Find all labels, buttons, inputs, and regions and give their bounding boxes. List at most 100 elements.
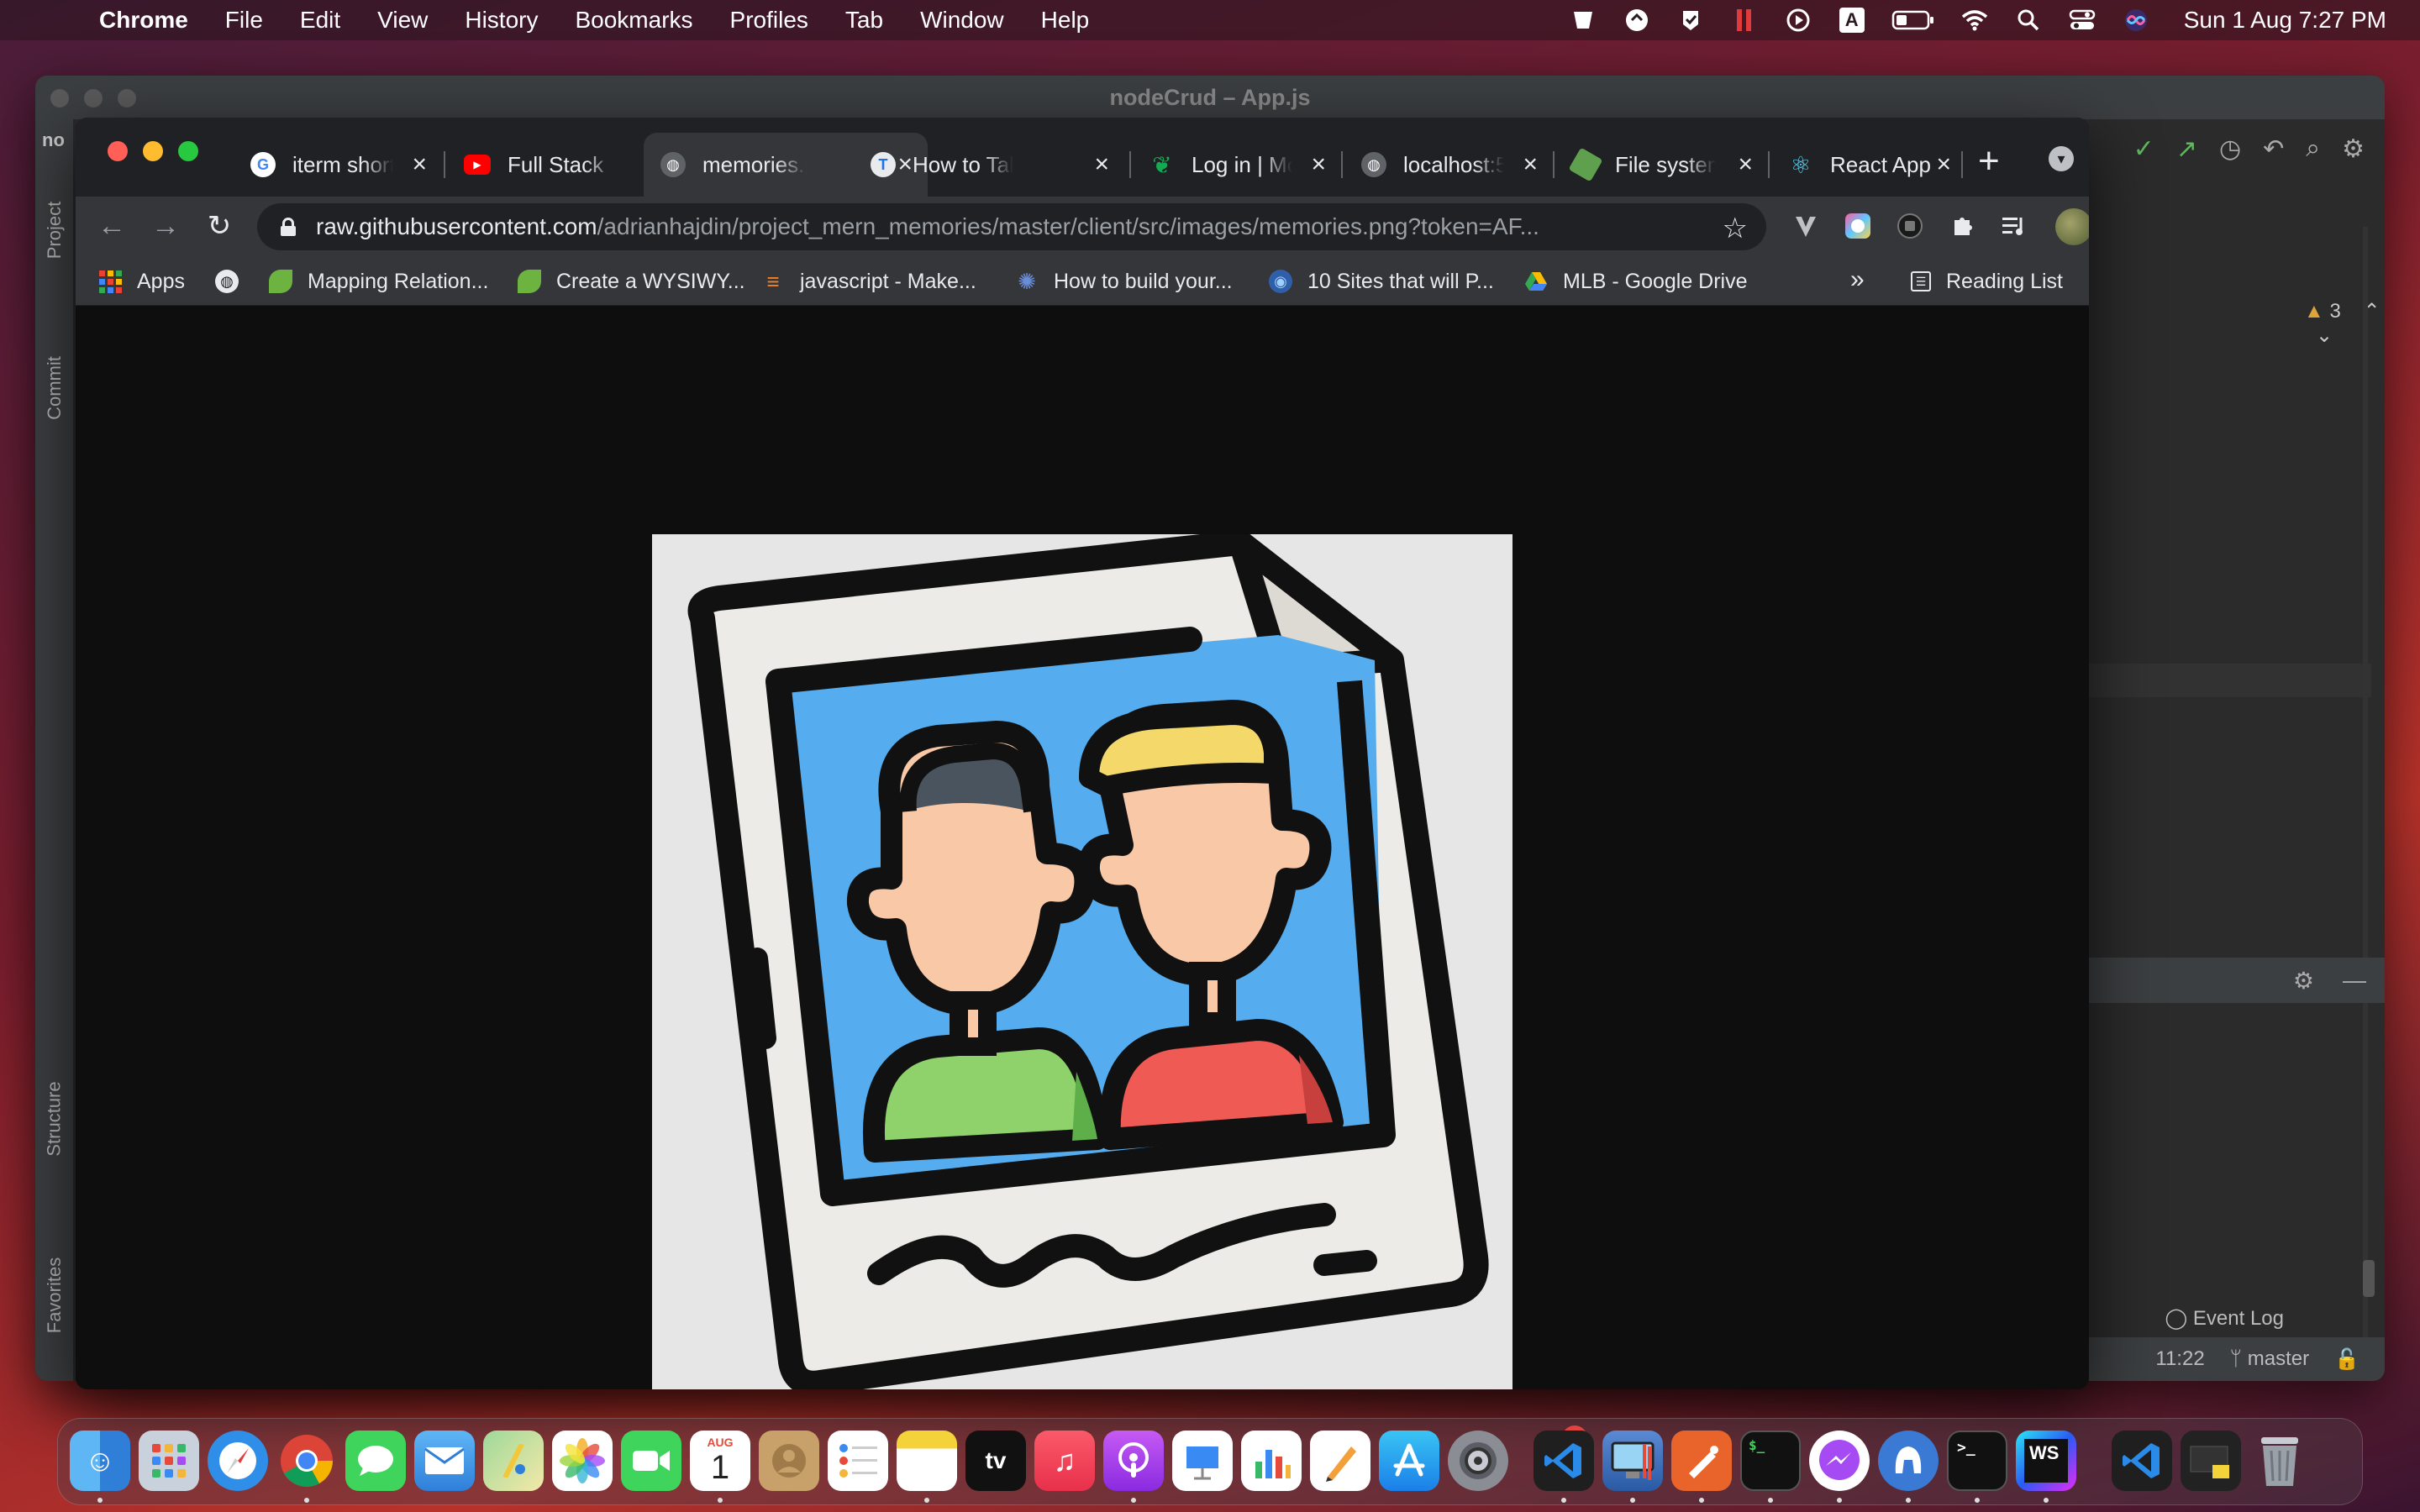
close-tab-icon[interactable]: × — [1094, 151, 1109, 178]
close-tab-icon[interactable]: × — [412, 151, 427, 178]
battery-icon[interactable] — [1891, 8, 1935, 33]
menu-help[interactable]: Help — [1041, 7, 1090, 34]
launchpad-icon[interactable] — [139, 1431, 199, 1491]
safari-icon[interactable] — [208, 1431, 268, 1491]
bookmark-javascript-make[interactable]: ≡ javascript - Make... — [761, 267, 976, 296]
close-tab-icon[interactable]: × — [1523, 151, 1538, 178]
calendar-icon[interactable]: AUG 1 — [690, 1431, 750, 1491]
pages-icon[interactable] — [1310, 1431, 1370, 1491]
settings-icon[interactable]: ⚙ — [2342, 134, 2365, 164]
panel-gear-icon[interactable]: ⚙ — [2293, 967, 2314, 995]
chevron-down-icon[interactable]: ⌄ — [2316, 324, 2333, 347]
messenger-icon[interactable] — [1809, 1431, 1870, 1491]
reload-button[interactable]: ↻ — [202, 208, 237, 244]
close-tab-icon[interactable]: × — [1311, 151, 1326, 178]
ide-zoom-button[interactable] — [118, 89, 136, 108]
menu-bookmarks[interactable]: Bookmarks — [575, 7, 692, 34]
numbers-icon[interactable] — [1241, 1431, 1302, 1491]
panel-minimize-icon[interactable]: — — [2343, 967, 2366, 994]
maps-icon[interactable] — [483, 1431, 544, 1491]
menubar-clock[interactable]: Sun 1 Aug 7:27 PM — [2184, 7, 2386, 34]
tab-search-icon[interactable]: ▾ — [2049, 146, 2074, 171]
vscode-2-icon[interactable] — [2112, 1431, 2172, 1491]
mail-icon[interactable] — [414, 1431, 475, 1491]
color-picker-extension-icon[interactable] — [1842, 210, 1874, 242]
rollback-icon[interactable]: ↶ — [2263, 134, 2284, 164]
ide-minimize-button[interactable] — [84, 89, 103, 108]
menu-history[interactable]: History — [465, 7, 538, 34]
clockify-icon[interactable] — [1623, 8, 1651, 33]
iterm-icon[interactable]: >_ — [1947, 1431, 2007, 1491]
tab-file-system[interactable]: File system × — [1556, 133, 1768, 197]
terminal-icon[interactable]: $_ — [1740, 1431, 1801, 1491]
forward-button[interactable]: → — [148, 208, 183, 244]
apple-menu-icon[interactable] — [34, 3, 62, 37]
input-source-icon[interactable]: A — [1838, 8, 1866, 33]
vcs-update-icon[interactable]: ✓ — [2133, 134, 2154, 164]
siri-icon[interactable] — [2122, 8, 2150, 33]
ide-tab-commit[interactable]: Commit — [35, 329, 74, 447]
remote-desktop-icon[interactable] — [1602, 1431, 1663, 1491]
vscode-icon[interactable] — [1534, 1431, 1594, 1491]
menu-profiles[interactable]: Profiles — [730, 7, 808, 34]
podcasts-icon[interactable] — [1103, 1431, 1164, 1491]
toggl-icon[interactable] — [1676, 8, 1705, 33]
reminders-icon[interactable] — [828, 1431, 888, 1491]
finder-icon[interactable]: ☺ — [70, 1431, 130, 1491]
parallels-icon[interactable] — [1730, 8, 1759, 33]
ide-panel-scrollbar[interactable] — [2363, 1260, 2375, 1297]
spotlight-icon[interactable] — [2014, 8, 2043, 33]
menu-tab[interactable]: Tab — [845, 7, 883, 34]
back-button[interactable]: ← — [94, 208, 129, 244]
minimize-window-button[interactable] — [143, 141, 163, 161]
tableplus-icon[interactable] — [1878, 1431, 1939, 1491]
zoom-window-button[interactable] — [178, 141, 198, 161]
facetime-icon[interactable] — [621, 1431, 681, 1491]
ide-tab-structure[interactable]: Structure — [35, 1043, 74, 1194]
screen-recorder-extension-icon[interactable] — [1894, 210, 1926, 242]
tab-react-app[interactable]: ⚛ React App × — [1771, 133, 1966, 197]
media-controls-icon[interactable] — [1998, 210, 2030, 242]
history-icon[interactable]: ◷ — [2219, 134, 2241, 164]
bookmark-mapping-relation[interactable]: Mapping Relation... — [269, 267, 488, 296]
tab-mongodb-login[interactable]: ❦ Log in | MongoDB × — [1133, 133, 1341, 197]
wifi-icon[interactable] — [1960, 8, 1989, 33]
menu-view[interactable]: View — [377, 7, 428, 34]
ide-close-button[interactable] — [50, 89, 69, 108]
menu-window[interactable]: Window — [920, 7, 1004, 34]
ide-tab-favorites[interactable]: Favorites — [35, 1220, 74, 1371]
bookmark-star-icon[interactable]: ☆ — [1723, 212, 1748, 245]
tab-localhost[interactable]: ◍ localhost:5000 × — [1344, 133, 1553, 197]
menu-edit[interactable]: Edit — [300, 7, 340, 34]
profile-avatar[interactable] — [2055, 208, 2089, 245]
bookmark-mlb-google-drive[interactable]: MLB - Google Drive — [1524, 267, 1748, 296]
bookmark-apps[interactable]: Apps — [99, 267, 185, 296]
photos-icon[interactable] — [552, 1431, 613, 1491]
chrome-icon[interactable] — [276, 1431, 337, 1491]
new-tab-button[interactable]: + — [1978, 143, 2000, 180]
contacts-icon[interactable] — [759, 1431, 819, 1491]
readonly-lock-icon[interactable]: 🔓 — [2334, 1347, 2360, 1372]
trash-icon[interactable] — [2249, 1431, 2310, 1491]
reading-list-button[interactable]: ☰ Reading List — [1911, 267, 2063, 296]
search-everywhere-icon[interactable]: ⌕ — [2306, 134, 2320, 163]
system-preferences-icon[interactable] — [1448, 1431, 1508, 1491]
close-tab-icon[interactable]: × — [1738, 151, 1753, 178]
bookmark-globe[interactable]: ◍ — [215, 267, 254, 296]
vimium-extension-icon[interactable] — [1790, 210, 1822, 242]
tab-how-to-take[interactable]: T How to Take × — [854, 133, 1124, 197]
control-center-icon[interactable] — [2068, 8, 2096, 33]
git-tool-icon[interactable] — [1671, 1431, 1732, 1491]
webstorm-icon[interactable]: WS — [2016, 1431, 2076, 1491]
vcs-push-icon[interactable]: ↗ — [2176, 134, 2197, 164]
tab-iterm-shortcuts[interactable]: G iterm shortcuts × — [234, 133, 442, 197]
ide-warning-indicator[interactable]: ▲ 3 ⌃ ⌄ — [2304, 299, 2385, 348]
dropzone-icon[interactable] — [1569, 8, 1597, 33]
play-icon[interactable] — [1784, 8, 1812, 33]
apple-tv-icon[interactable]: tv — [965, 1431, 1026, 1491]
event-log-button[interactable]: ◯ Event Log — [2165, 1306, 2284, 1331]
bookmarks-overflow-button[interactable]: » — [1850, 265, 1865, 294]
menu-file[interactable]: File — [225, 7, 263, 34]
close-tab-icon[interactable]: × — [1936, 151, 1951, 178]
close-window-button[interactable] — [108, 141, 128, 161]
